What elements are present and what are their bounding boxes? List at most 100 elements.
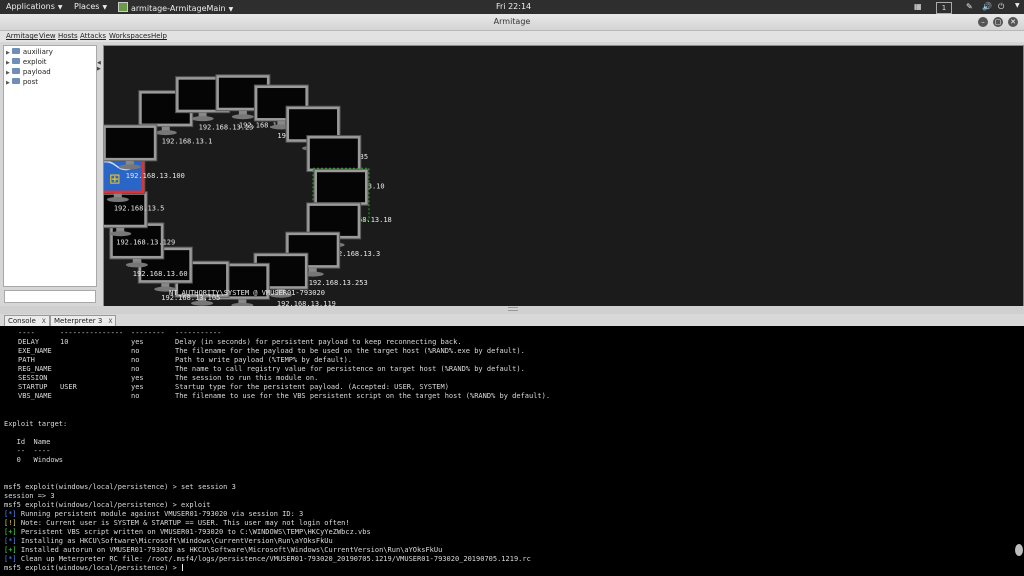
option-desc: The session to run this module on. bbox=[175, 374, 319, 382]
dropdown-arrow-icon: ▼ bbox=[102, 4, 108, 11]
tree-item-payload[interactable]: ▶ payload bbox=[6, 67, 51, 77]
console-prompt-input[interactable]: msf5 exploit(windows/local/persistence) … bbox=[4, 564, 184, 573]
monitor-stand-icon bbox=[238, 299, 247, 304]
active-app-label: armitage-ArmitageMain bbox=[131, 4, 226, 13]
windows-logo-icon: ⊞ bbox=[109, 172, 121, 188]
menu-help[interactable]: Help bbox=[151, 32, 167, 40]
splitter-grip[interactable] bbox=[508, 307, 518, 311]
volume-icon[interactable]: 🔊 bbox=[982, 2, 992, 11]
monitor-base-icon bbox=[154, 130, 177, 136]
tab-label: Console bbox=[8, 317, 36, 325]
option-required: no bbox=[131, 392, 140, 400]
output-text: Installed autorun on VMUSER01-793020 as … bbox=[16, 546, 443, 554]
option-name: PATH bbox=[18, 356, 35, 364]
monitor-base-icon bbox=[125, 262, 148, 268]
host-ip-label: 192.168.13.129 bbox=[116, 239, 175, 247]
tab-meterpreter-3[interactable]: Meterpreter 3 X bbox=[50, 315, 117, 326]
folder-icon bbox=[11, 48, 20, 54]
menu-attacks[interactable]: Attacks bbox=[80, 32, 106, 40]
status-tag: [*] bbox=[4, 510, 17, 518]
menu-workspaces[interactable]: Workspaces bbox=[109, 32, 151, 40]
option-desc: Path to write payload (%TEMP% by default… bbox=[175, 356, 353, 364]
separator: ---- bbox=[18, 329, 35, 337]
tab-close-button[interactable]: X bbox=[42, 318, 46, 325]
host-graph[interactable]: 192.168.13.1 192.168.13.23 192.168.13.201 1… bbox=[103, 45, 1024, 307]
text-cursor bbox=[182, 564, 184, 571]
tree-item-auxiliary[interactable]: ▶ auxiliary bbox=[6, 47, 53, 57]
option-desc: The filename for the payload to be used … bbox=[175, 347, 525, 355]
console-output[interactable]: ---- --------------- -------- ----------- D… bbox=[0, 326, 1014, 576]
host-graph-canvas[interactable]: 192.168.13.1192.168.13.23192.168.13.2011… bbox=[104, 46, 1023, 306]
places-menu[interactable]: Places ▼ bbox=[74, 2, 107, 11]
module-tree[interactable]: ▶ auxiliary ▶ exploit ▶ payload ▶ post bbox=[3, 45, 97, 287]
option-name: REG_NAME bbox=[18, 365, 52, 373]
tab-close-button[interactable]: X bbox=[108, 318, 112, 325]
monitor-base-icon bbox=[109, 231, 132, 237]
menu-armitage[interactable]: Armitage bbox=[6, 32, 38, 40]
monitor-stand-icon bbox=[198, 112, 207, 117]
option-value: USER bbox=[60, 383, 77, 391]
option-desc: Startup type for the persistent payload.… bbox=[175, 383, 449, 391]
console-scrollbar[interactable] bbox=[1014, 326, 1024, 576]
monitor-base-icon bbox=[231, 114, 254, 120]
monitor-stand-icon bbox=[238, 110, 247, 115]
option-desc: Delay (in seconds) for persistent payloa… bbox=[175, 338, 462, 346]
host-ip-label: 192.168.13.5 bbox=[114, 205, 165, 213]
monitor-stand-icon bbox=[161, 126, 170, 131]
close-button[interactable]: ✕ bbox=[1008, 17, 1018, 27]
option-required: yes bbox=[131, 374, 144, 382]
expand-icon[interactable]: ▶ bbox=[6, 70, 10, 76]
monitor-stand-icon bbox=[308, 268, 317, 273]
expand-icon[interactable]: ▶ bbox=[6, 50, 10, 56]
dropdown-arrow-icon: ▼ bbox=[228, 6, 234, 13]
tree-item-label: payload bbox=[22, 68, 51, 76]
status-tag: [*] bbox=[4, 537, 17, 545]
monitor-stand-icon bbox=[125, 160, 134, 165]
menu-hosts[interactable]: Hosts bbox=[58, 32, 78, 40]
exploit-output-line: [*] Clean up Meterpreter RC file: /root/… bbox=[4, 555, 531, 564]
dropdown-arrow-icon: ▼ bbox=[57, 4, 63, 11]
option-name: DELAY bbox=[18, 338, 40, 346]
status-tag: [!] bbox=[4, 519, 17, 527]
minimize-button[interactable]: – bbox=[978, 17, 988, 27]
scrollbar-thumb[interactable] bbox=[1015, 544, 1023, 556]
output-text: Running persistent module against VMUSER… bbox=[16, 510, 304, 518]
option-desc: The name to call registry value for pers… bbox=[175, 365, 525, 373]
compromised-host-user-label: NT AUTHORITY\SYSTEM @ VMUSER01-793020 bbox=[169, 289, 325, 297]
tree-item-post[interactable]: ▶ post bbox=[6, 77, 38, 87]
dropdown-arrow-icon[interactable]: ▼ bbox=[1015, 2, 1020, 9]
output-text: Clean up Meterpreter RC file: /root/.msf… bbox=[16, 555, 531, 563]
exploit-output-line: [+] Installed autorun on VMUSER01-793020… bbox=[4, 546, 442, 555]
option-name: VBS_NAME bbox=[18, 392, 52, 400]
active-app-menu[interactable]: armitage-ArmitageMain ▼ bbox=[118, 2, 233, 13]
maximize-button[interactable]: ▢ bbox=[993, 17, 1003, 27]
host-ip-label: 192.168.13.1 bbox=[162, 138, 213, 146]
pane-splitter[interactable] bbox=[0, 306, 1024, 314]
workspace-indicator[interactable]: 1 bbox=[936, 2, 952, 14]
target-table-row: 0 Windows bbox=[4, 456, 64, 464]
power-icon[interactable]: ⏻ bbox=[998, 2, 1004, 12]
console-output-line: session => 3 bbox=[4, 492, 55, 500]
expand-icon[interactable]: ▶ bbox=[6, 60, 10, 66]
pen-icon[interactable]: ✎ bbox=[966, 2, 973, 11]
option-desc: The filename to use for the VBS persiste… bbox=[175, 392, 551, 400]
applications-menu[interactable]: Applications ▼ bbox=[6, 2, 63, 11]
menu-bar: Armitage View Hosts Attacks Workspaces H… bbox=[0, 31, 1024, 42]
window-title-bar: Armitage – ▢ ✕ bbox=[0, 14, 1024, 31]
menu-view[interactable]: View bbox=[39, 32, 56, 40]
option-value: 10 bbox=[60, 338, 69, 346]
tab-console[interactable]: Console X bbox=[4, 315, 50, 326]
option-required: yes bbox=[131, 338, 144, 346]
separator: -------- bbox=[131, 329, 165, 337]
clock[interactable]: Fri 22:14 bbox=[496, 2, 531, 11]
monitor-screen-icon bbox=[316, 172, 365, 203]
module-search-input[interactable] bbox=[4, 290, 96, 303]
separator: ----------- bbox=[175, 329, 222, 337]
tab-bar: Console X Meterpreter 3 X bbox=[0, 314, 1024, 326]
tree-item-exploit[interactable]: ▶ exploit bbox=[6, 57, 47, 67]
collapse-arrows-icon[interactable]: ◀ ▶ bbox=[97, 60, 101, 72]
network-icon[interactable]: ▦ bbox=[914, 2, 922, 11]
expand-icon[interactable]: ▶ bbox=[6, 80, 10, 86]
applications-label: Applications bbox=[6, 2, 55, 11]
option-name: EXE_NAME bbox=[18, 347, 52, 355]
